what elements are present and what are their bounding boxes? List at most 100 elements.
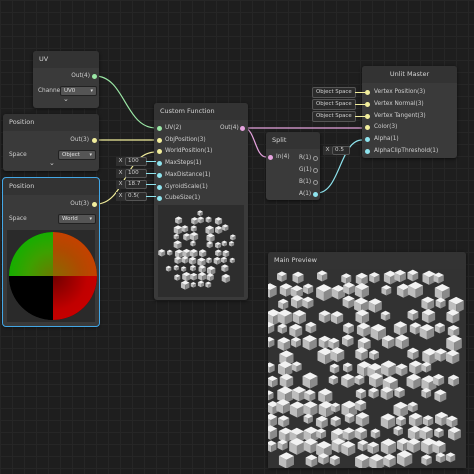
split-output-dot[interactable]	[313, 156, 318, 161]
split-node[interactable]: Split	[266, 132, 320, 200]
preview-cube	[230, 234, 236, 241]
x-value[interactable]: 100	[125, 168, 147, 178]
pill-connector	[355, 115, 365, 117]
preview-cube	[341, 273, 352, 285]
preview-cube	[369, 272, 380, 284]
preview-cube	[189, 232, 199, 241]
pill-connector	[355, 92, 365, 93]
preview-cube	[446, 334, 462, 352]
preview-cube	[318, 388, 333, 404]
custom-input-label: UV(2)	[165, 125, 182, 131]
preview-cube	[369, 453, 385, 468]
preview-cube	[215, 249, 222, 257]
wire-uv-to-custom[interactable]	[94, 75, 157, 129]
preview-cube	[206, 233, 215, 243]
preview-cube	[229, 257, 235, 264]
preview-cube	[393, 321, 407, 336]
x-label: X	[116, 192, 125, 202]
object-space-pill[interactable]: Object Space	[312, 87, 356, 98]
node-title: Unlit Master	[362, 66, 457, 83]
space-dropdown[interactable]: Object ▾	[58, 150, 96, 160]
output-port-dot[interactable]	[92, 202, 97, 207]
object-space-pill[interactable]: Object Space	[312, 110, 356, 122]
space-label: Space	[9, 216, 27, 222]
preview-cube	[302, 334, 317, 351]
preview-cube	[303, 283, 314, 295]
x-label: X	[116, 168, 125, 178]
preview-cube	[205, 216, 212, 223]
master-input-label: Color(3)	[374, 124, 398, 131]
preview-cube	[197, 257, 206, 267]
preview-cube	[303, 438, 318, 454]
custom-input-label: ObjPosition(3)	[165, 136, 206, 143]
custom-input-dot[interactable]	[157, 137, 162, 143]
output-port-dot[interactable]	[92, 74, 97, 79]
preview-cube	[189, 249, 198, 258]
pill-connector	[355, 103, 365, 105]
preview-cube	[409, 360, 423, 375]
x-value[interactable]: 0.5(	[125, 192, 147, 202]
float-input-field[interactable]: X 100	[116, 168, 147, 178]
preview-cube	[291, 336, 301, 348]
x-value[interactable]: 18.7	[125, 180, 147, 190]
preview-cube	[407, 281, 424, 299]
master-input-dot[interactable]	[365, 90, 370, 95]
preview-gyroid-small	[158, 210, 236, 290]
master-input-dot[interactable]	[365, 149, 370, 154]
preview-cube	[158, 249, 166, 257]
preview-cube	[305, 321, 317, 334]
preview-cube	[197, 216, 204, 224]
preview-cube	[292, 309, 307, 325]
custom-input-dot[interactable]	[157, 126, 162, 131]
master-input-dot[interactable]	[365, 101, 370, 107]
preview-cube	[180, 280, 190, 290]
preview-cube	[407, 347, 419, 360]
custom-input-dot[interactable]	[157, 184, 162, 190]
output-port-dot[interactable]	[92, 138, 97, 143]
main-preview-viewport[interactable]	[268, 269, 466, 468]
preview-cube	[190, 225, 197, 232]
position-color-preview	[7, 230, 97, 322]
preview-cube	[279, 373, 294, 389]
x-value[interactable]: 0.5	[332, 146, 350, 155]
preview-cube	[434, 322, 445, 334]
split-input-dot[interactable]	[268, 155, 273, 160]
object-space-pill[interactable]: Object Space	[312, 98, 356, 110]
position-object-node[interactable]: Position Out(3) Space Object ▾ ⌄	[3, 114, 99, 171]
x-label: X	[116, 157, 125, 166]
custom-input-dot[interactable]	[157, 172, 162, 178]
float-input-field[interactable]: X 0.5(	[116, 192, 147, 202]
preview-cube	[341, 373, 355, 388]
preview-cube	[395, 363, 408, 377]
preview-cube	[221, 256, 227, 264]
preview-cube	[305, 454, 318, 468]
preview-cube	[434, 427, 444, 438]
custom-output-dot[interactable]	[240, 126, 245, 131]
split-output-dot[interactable]	[313, 192, 318, 197]
split-output-dot[interactable]	[313, 168, 318, 173]
master-input-label: AlphaClipThreshold(1)	[374, 148, 439, 154]
preview-cube	[407, 401, 418, 413]
preview-cube	[407, 269, 419, 282]
preview-cube	[315, 415, 328, 429]
preview-cube	[198, 272, 207, 281]
preview-cube	[409, 322, 422, 335]
alpha-clip-field[interactable]: X 0.5	[323, 146, 350, 155]
space-value: Object	[62, 152, 80, 158]
float-input-field[interactable]: X 100	[116, 157, 147, 166]
uv-node[interactable]: UV Out(4) Channe UV0 ▾ ⌄	[33, 51, 99, 108]
master-input-dot[interactable]	[365, 113, 370, 119]
collapse-chevron-icon[interactable]: ⌄	[49, 159, 55, 167]
split-output-dot[interactable]	[313, 180, 318, 185]
position-world-node[interactable]: Position Out(3) Space World ▾	[2, 177, 100, 327]
collapse-chevron-icon[interactable]: ⌄	[63, 95, 69, 103]
space-dropdown[interactable]: World ▾	[58, 214, 96, 224]
x-field-connector	[146, 184, 156, 186]
x-value[interactable]: 100	[125, 157, 147, 166]
custom-input-label: MaxSteps(1)	[165, 160, 202, 167]
preview-sphere	[9, 232, 97, 320]
preview-cube	[396, 450, 413, 467]
float-input-field[interactable]: X 18.7	[116, 180, 147, 190]
dropdown-arrow-icon: ▾	[89, 152, 92, 158]
main-preview-window[interactable]: Main Preview	[268, 252, 466, 468]
